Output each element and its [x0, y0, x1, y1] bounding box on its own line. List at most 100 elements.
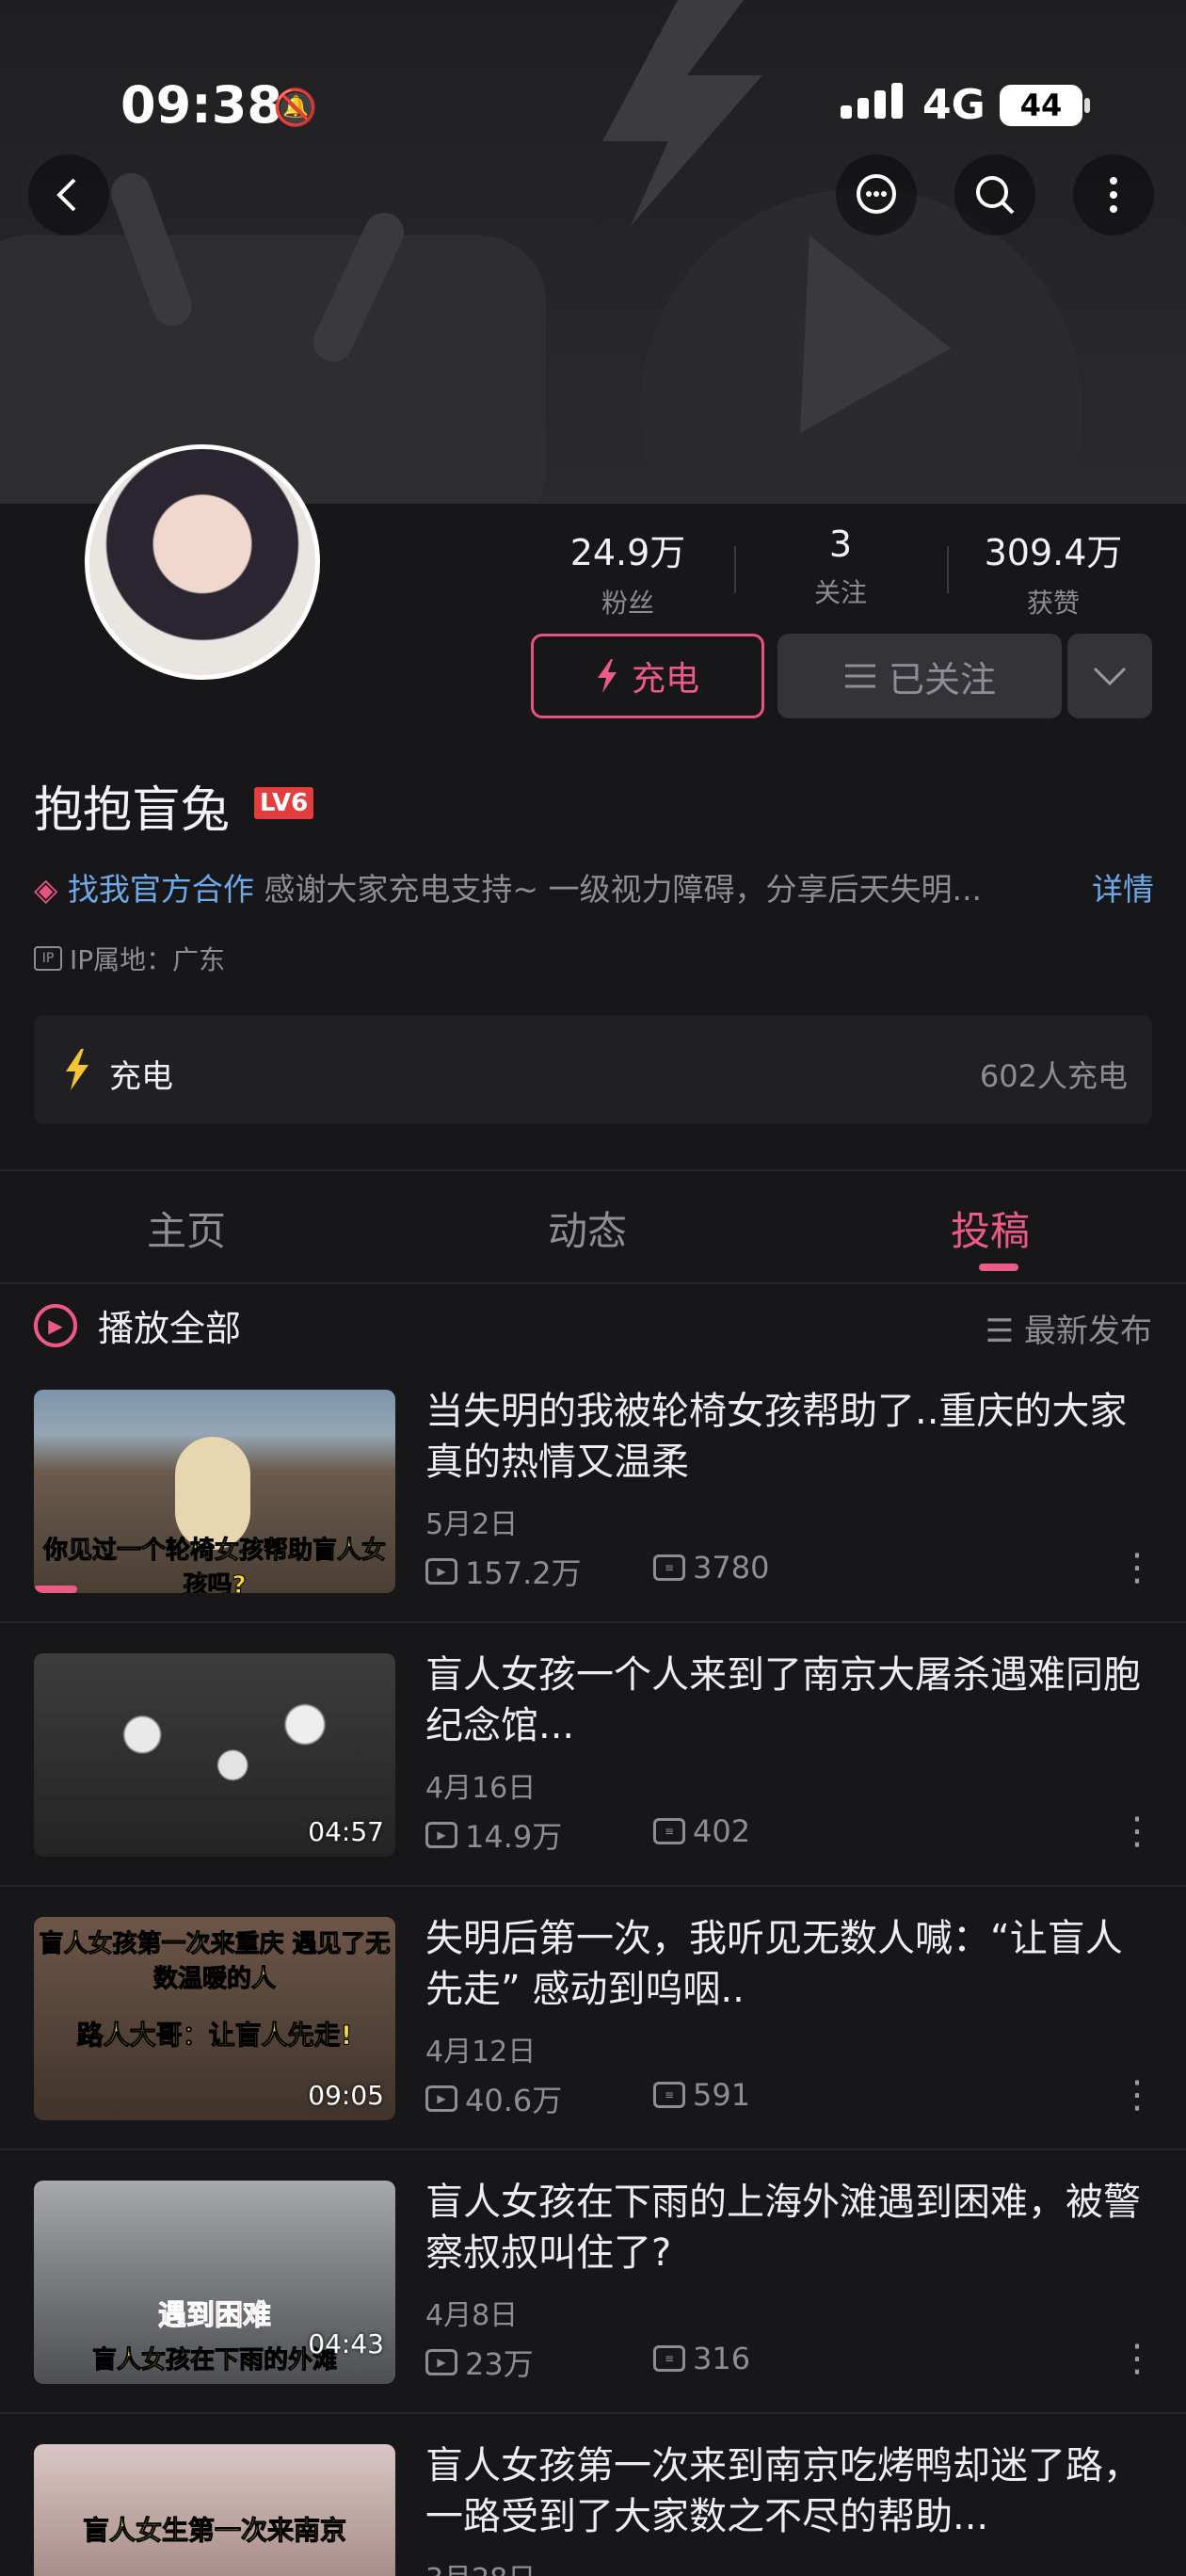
video-thumbnail[interactable]: 你见过一个轮椅女孩帮助盲人女孩吗? — [34, 1390, 395, 1593]
thumbnail-caption: 盲人女孩第一次来重庆 遇见了无数温暖的人 — [39, 1930, 391, 1994]
video-more-button[interactable]: ⋮ — [1118, 2337, 1156, 2380]
play-count-value: 23万 — [465, 2346, 534, 2382]
play-all-label: 播放全部 — [98, 1308, 242, 1349]
play-decoration — [800, 235, 951, 433]
vertical-dots-icon — [1110, 177, 1117, 213]
video-duration: 04:57 — [308, 1816, 384, 1847]
back-button[interactable] — [28, 154, 109, 235]
stat-label: 关注 — [813, 577, 867, 608]
charge-button[interactable]: 充电 — [531, 634, 764, 718]
tab-home[interactable]: 主页 — [147, 1199, 226, 1257]
network-type: 4G — [922, 81, 986, 129]
chevron-left-icon — [56, 178, 76, 212]
play-icon: ▶ — [425, 2349, 457, 2375]
expand-button[interactable] — [1067, 634, 1152, 718]
message-button[interactable] — [836, 154, 917, 235]
comment-count-value: 402 — [693, 1813, 751, 1849]
video-title[interactable]: 盲人女孩在下雨的上海外滩遇到困难，被警察叔叔叫住了? — [425, 2177, 1141, 2278]
battery-icon: 44 — [1000, 85, 1082, 126]
charge-button-label: 充电 — [631, 660, 699, 699]
play-icon: ▶ — [425, 2085, 457, 2112]
video-more-button[interactable]: ⋮ — [1118, 1810, 1156, 1853]
banner-decoration — [0, 235, 546, 504]
stat-following[interactable]: 3 关注 — [742, 523, 939, 610]
stat-likes[interactable]: 309.4万 获赞 — [954, 523, 1152, 620]
more-options-button[interactable] — [1073, 154, 1154, 235]
video-item[interactable]: 04:57 盲人女孩一个人来到了南京大屠杀遇难同胞纪念馆... 4月16日 ▶ … — [0, 1653, 1186, 1917]
thumbnail-caption: 你见过一个轮椅女孩帮助盲人女孩吗? — [42, 1537, 386, 1594]
divider — [0, 2412, 1186, 2414]
video-title[interactable]: 当失明的我被轮椅女孩帮助了..重庆的大家真的热情又温柔 — [425, 1386, 1141, 1488]
charge-card-label: 充电 — [109, 1058, 173, 1096]
ip-location: IP IP属地：广东 — [34, 940, 225, 977]
video-more-button[interactable]: ⋮ — [1118, 1546, 1156, 1589]
battery-tip — [1084, 98, 1090, 113]
tab-videos[interactable]: 投稿 — [951, 1199, 1030, 1257]
profile-name: 抱抱盲兔 — [34, 782, 231, 839]
play-all-button[interactable]: ▶ 播放全部 — [34, 1299, 241, 1351]
thumbnail-caption: 盲人女生第一次来南京 — [82, 2515, 346, 2547]
play-count: ▶ 157.2万 — [425, 1550, 582, 1593]
stat-value: 309.4万 — [984, 532, 1123, 573]
video-title[interactable]: 失明后第一次，我听见无数人喊：“让盲人先走” 感动到呜咽.. — [425, 1913, 1141, 2015]
divider — [0, 1282, 1186, 1284]
comment-count-value: 3780 — [693, 1550, 770, 1586]
comment-count-value: 316 — [693, 2341, 751, 2376]
video-item[interactable]: 盲人女孩第一次来重庆 遇见了无数温暖的人 路人大哥：让盲人先走! 09:05 失… — [0, 1917, 1186, 2181]
tab-indicator — [979, 1264, 1018, 1271]
video-duration: 04:43 — [308, 2328, 384, 2359]
signal-icon — [841, 83, 903, 119]
play-count: ▶ 40.6万 — [425, 2077, 562, 2120]
comment-count: ≡ 3780 — [653, 1550, 769, 1586]
mute-bell-icon: 🔕 — [273, 87, 318, 128]
search-button[interactable] — [954, 154, 1035, 235]
comment-icon: ≡ — [653, 1554, 685, 1581]
lightning-decoration — [602, 0, 762, 226]
play-count-value: 157.2万 — [465, 1555, 582, 1591]
video-item[interactable]: 遇到困难 盲人女孩在下雨的外滩 04:43 盲人女孩在下雨的上海外滩遇到困难，被… — [0, 2181, 1186, 2444]
play-icon: ▶ — [425, 1558, 457, 1585]
video-title[interactable]: 盲人女孩一个人来到了南京大屠杀遇难同胞纪念馆... — [425, 1650, 1141, 1751]
cooperation-link[interactable]: 找我官方合作 — [68, 871, 254, 908]
charge-count: 602人充电 — [979, 1058, 1128, 1094]
stat-fans[interactable]: 24.9万 粉丝 — [529, 523, 727, 620]
sort-label: 最新发布 — [1024, 1312, 1152, 1350]
comment-icon: ≡ — [653, 1818, 685, 1844]
followed-button[interactable]: 已关注 — [777, 634, 1062, 718]
video-title[interactable]: 盲人女孩第一次来到南京吃烤鸭却迷了路，一路受到了大家数之不尽的帮助... — [425, 2444, 1141, 2542]
watch-progress — [34, 1586, 78, 1593]
video-item[interactable]: 你见过一个轮椅女孩帮助盲人女孩吗? 当失明的我被轮椅女孩帮助了..重庆的大家真的… — [0, 1390, 1186, 1653]
thumbnail-caption: 路人大哥：让盲人先走! — [76, 2020, 353, 2052]
video-date: 4月16日 — [425, 1772, 537, 1805]
video-thumbnail[interactable]: 04:57 — [34, 1653, 395, 1857]
comment-count: ≡ 402 — [653, 1813, 750, 1849]
charge-card[interactable]: 充电 602人充电 — [34, 1015, 1152, 1124]
stat-label: 粉丝 — [601, 588, 654, 619]
divider — [0, 1169, 1186, 1171]
bio-detail-link[interactable]: 详情 — [1092, 864, 1154, 910]
video-more-button[interactable]: ⋮ — [1118, 2073, 1156, 2117]
video-thumbnail[interactable]: 盲人女生第一次来南京 — [34, 2444, 395, 2576]
video-item[interactable]: 盲人女生第一次来南京 盲人女孩第一次来到南京吃烤鸭却迷了路，一路受到了大家数之不… — [0, 2444, 1186, 2576]
play-icon: ▶ — [425, 1822, 457, 1848]
list-icon: ☰ — [985, 1312, 1015, 1350]
sort-button[interactable]: ☰ 最新发布 — [986, 1305, 1152, 1351]
ip-text: IP属地：广东 — [70, 944, 226, 975]
play-circle-icon: ▶ — [34, 1303, 77, 1347]
video-thumbnail[interactable]: 盲人女孩第一次来重庆 遇见了无数温暖的人 路人大哥：让盲人先走! 09:05 — [34, 1917, 395, 2120]
tab-dynamic[interactable]: 动态 — [548, 1199, 627, 1257]
play-count-value: 14.9万 — [465, 1819, 563, 1855]
divider — [0, 1885, 1186, 1887]
cooperation-icon: ◈ — [34, 871, 58, 908]
stat-divider — [734, 546, 736, 593]
video-date: 4月12日 — [425, 2036, 537, 2069]
ip-icon: IP — [34, 946, 62, 971]
stat-divider — [947, 546, 949, 593]
comment-count: ≡ 316 — [653, 2341, 750, 2376]
avatar[interactable] — [85, 444, 320, 680]
followed-button-label: 已关注 — [888, 658, 996, 700]
video-thumbnail[interactable]: 遇到困难 盲人女孩在下雨的外滩 04:43 — [34, 2181, 395, 2384]
chevron-down-icon — [1093, 667, 1127, 686]
video-date: 5月2日 — [425, 1508, 519, 1541]
status-time: 09:38 — [120, 75, 282, 135]
